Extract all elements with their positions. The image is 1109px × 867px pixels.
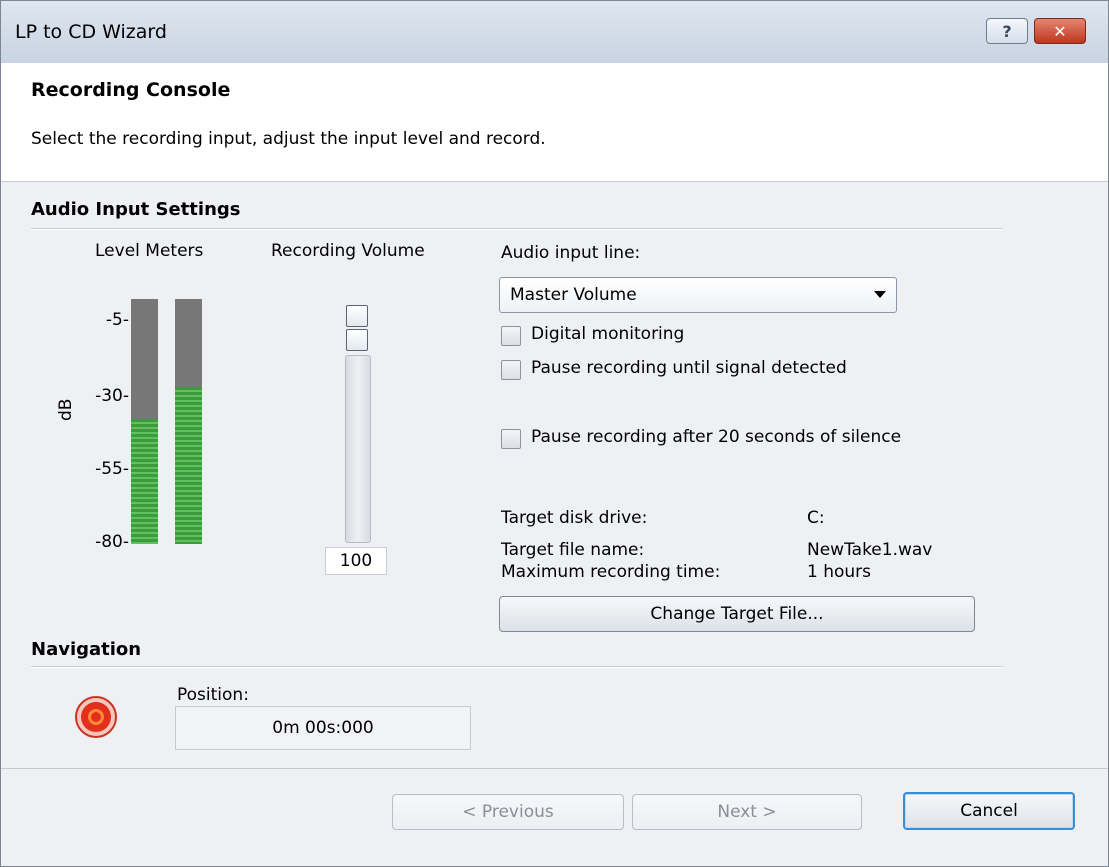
target-file-name-label: Target file name:: [501, 540, 645, 560]
target-disk-drive-label: Target disk drive:: [501, 508, 648, 528]
max-recording-time-value: 1 hours: [807, 562, 872, 582]
audio-input-line-select[interactable]: Master Volume: [499, 277, 897, 313]
navigation-heading: Navigation: [31, 639, 142, 660]
title-bar: LP to CD Wizard ? ✕: [1, 1, 1108, 64]
tick-label: -55-: [95, 459, 129, 479]
next-button[interactable]: Next >: [632, 794, 862, 830]
cancel-button[interactable]: Cancel: [903, 792, 1075, 830]
target-disk-drive-value: C:: [807, 508, 825, 528]
pause-after-silence-checkbox[interactable]: [501, 429, 521, 449]
left-level-meter: [131, 299, 158, 544]
pause-until-signal-checkbox[interactable]: [501, 360, 521, 380]
close-icon: ✕: [1053, 21, 1067, 41]
change-target-file-button[interactable]: Change Target File...: [499, 596, 975, 632]
digital-monitoring-checkbox[interactable]: [501, 326, 521, 346]
section-divider: [31, 666, 1003, 668]
position-value: 0m 00s:000: [175, 706, 471, 750]
close-button[interactable]: ✕: [1034, 18, 1086, 44]
recording-volume-label: Recording Volume: [271, 241, 425, 261]
window-title: LP to CD Wizard: [15, 21, 167, 43]
section-divider: [31, 228, 1003, 230]
pause-after-silence-label: Pause recording after 20 seconds of sile…: [531, 427, 902, 447]
page-title: Recording Console: [31, 79, 231, 101]
tick-label: -80-: [95, 532, 129, 552]
footer-divider: [1, 768, 1108, 769]
digital-monitoring-label: Digital monitoring: [531, 324, 685, 344]
max-recording-time-label: Maximum recording time:: [501, 562, 721, 582]
audio-input-line-label: Audio input line:: [501, 243, 641, 263]
slider-thumb-upper[interactable]: [346, 305, 368, 327]
pause-until-signal-label: Pause recording until signal detected: [531, 358, 847, 378]
right-level-meter: [175, 299, 202, 544]
wizard-header: Recording Console Select the recording i…: [1, 63, 1108, 182]
position-label: Position:: [177, 685, 249, 705]
wizard-window: LP to CD Wizard ? ✕ Recording Console Se…: [0, 0, 1109, 867]
target-file-name-value: NewTake1.wav: [807, 540, 933, 560]
page-subtitle: Select the recording input, adjust the i…: [31, 129, 546, 149]
tick-label: -30-: [95, 386, 129, 406]
audio-input-settings-heading: Audio Input Settings: [31, 199, 241, 220]
left-level-meter-fill: [131, 419, 158, 544]
help-button[interactable]: ?: [986, 18, 1028, 44]
record-icon[interactable]: [73, 694, 119, 740]
recording-volume-value: 100: [325, 547, 387, 575]
level-meters-label: Level Meters: [95, 241, 204, 261]
previous-button[interactable]: < Previous: [392, 794, 624, 830]
slider-thumb-lower[interactable]: [346, 329, 368, 351]
recording-volume-slider[interactable]: [345, 355, 371, 543]
chevron-down-icon: [874, 291, 886, 298]
selected-input: Master Volume: [510, 285, 637, 305]
right-level-meter-fill: [175, 387, 202, 544]
help-icon: ?: [1002, 21, 1012, 41]
tick-label: -5-: [105, 310, 129, 330]
